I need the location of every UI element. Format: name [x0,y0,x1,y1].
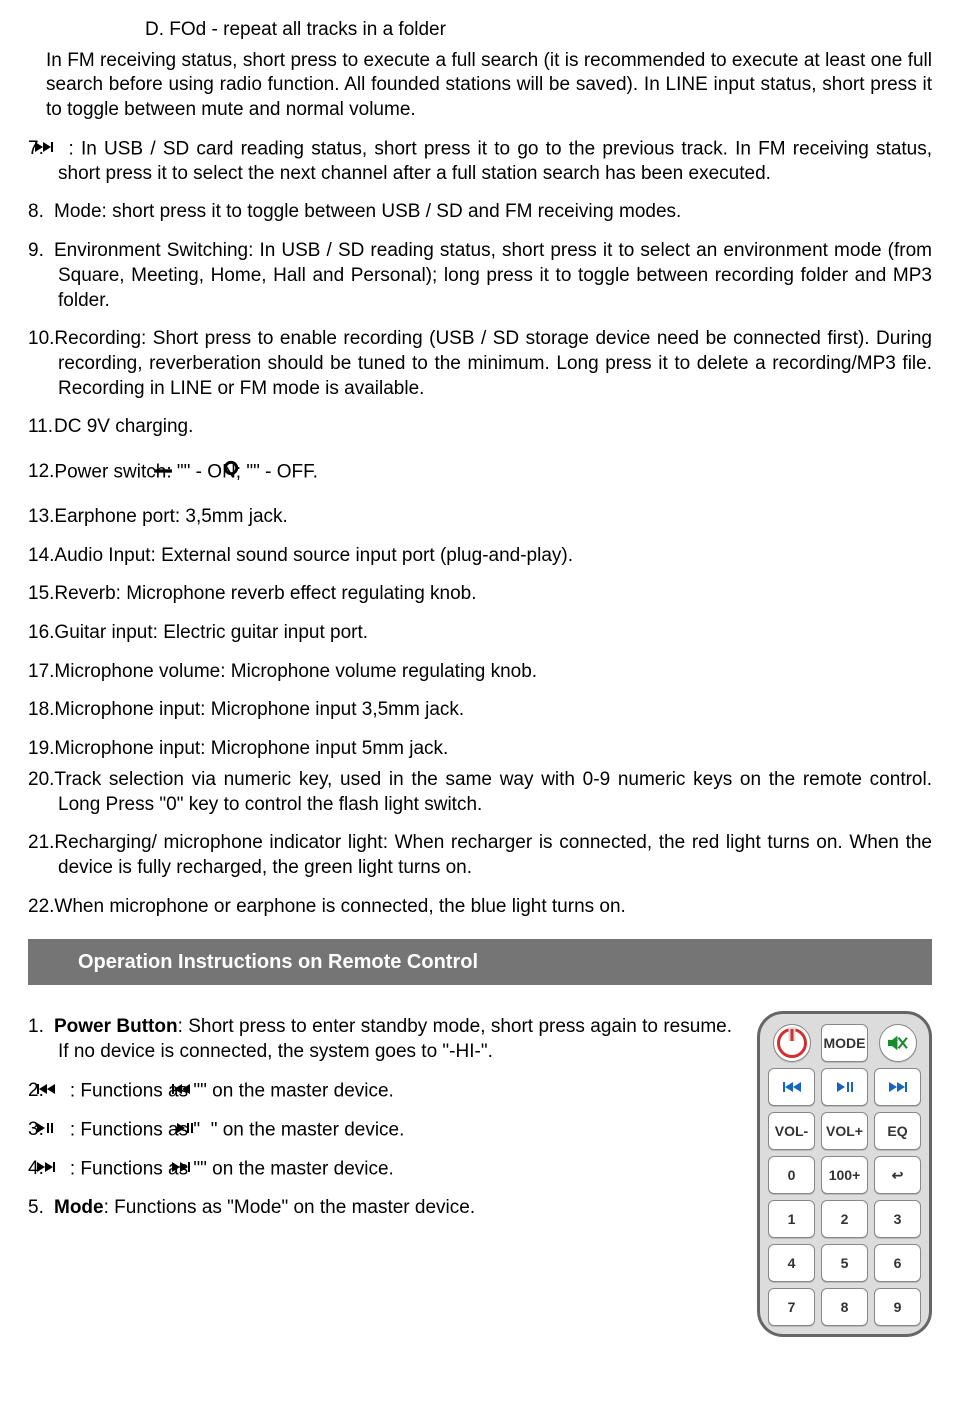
remote-item-2: 2. : Functions as "" on the master devic… [28,1079,732,1104]
num-16: 16. [28,621,54,646]
text-12b: " - ON; " [184,461,253,482]
remote-1-button: 1 [768,1200,815,1238]
rnum-5: 5. [28,1196,54,1221]
remote-9-button: 9 [874,1288,921,1326]
item-9: 9.Environment Switching: In USB / SD rea… [28,239,932,313]
section-header-remote: Operation Instructions on Remote Control [28,939,932,985]
text-10: Recording: Short press to enable recordi… [54,328,932,398]
item-8: 8.Mode: short press it to toggle between… [28,200,932,225]
text-11: DC 9V charging. [54,416,193,437]
text-22: When microphone or earphone is connected… [54,896,625,917]
num-22: 22. [28,895,54,920]
r5-text: : Functions as "Mode" on the master devi… [104,1197,476,1218]
remote-8-button: 8 [821,1288,868,1326]
item-22: 22.When microphone or earphone is connec… [28,895,932,920]
remote-control-image: MODE VOL- VOL+ EQ 0 100+ ↩ 1 2 3 4 5 6 7… [757,1011,932,1337]
text-16: Guitar input: Electric guitar input port… [54,622,368,643]
remote-mute-button [879,1024,917,1062]
num-21: 21. [28,831,54,856]
item-19: 19.Microphone input: Microphone input 5m… [28,737,932,762]
num-13: 13. [28,505,54,530]
num-17: 17. [28,660,54,685]
r5-bold: Mode [54,1197,104,1218]
item-7: 7. : In USB / SD card reading status, sh… [28,137,932,187]
num-12: 12. [28,460,54,485]
remote-volplus-button: VOL+ [821,1112,868,1150]
item-10: 10.Recording: Short press to enable reco… [28,327,932,401]
text-7: : In USB / SD card reading status, short… [58,138,932,184]
num-11: 11. [28,415,54,440]
remote-item-4: 4. : Functions as "" on the master devic… [28,1157,732,1182]
remote-3-button: 3 [874,1200,921,1238]
text-17: Microphone volume: Microphone volume reg… [54,661,537,682]
item-15: 15.Reverb: Microphone reverb effect regu… [28,582,932,607]
remote-100plus-button: 100+ [821,1156,868,1194]
r2-post: " on the master device. [200,1080,394,1101]
remote-next-button [874,1068,921,1106]
remote-5-button: 5 [821,1244,868,1282]
remote-item-3: 3. : Functions as " " on the master devi… [28,1118,732,1143]
item-21: 21.Recharging/ microphone indicator ligh… [28,831,932,880]
remote-volminus-button: VOL- [768,1112,815,1150]
num-19: 19. [28,737,54,762]
item-20: 20.Track selection via numeric key, used… [28,768,932,817]
remote-2-button: 2 [821,1200,868,1238]
num-9: 9. [28,239,54,264]
text-14: Audio Input: External sound source input… [54,545,573,566]
remote-eq-button: EQ [874,1112,921,1150]
item-12: 12.Power switch: "" - ON; "" - OFF. [28,460,932,485]
remote-item-5: 5.Mode: Functions as "Mode" on the maste… [28,1196,732,1221]
text-21: Recharging/ microphone indicator light: … [54,832,932,878]
text-13: Earphone port: 3,5mm jack. [54,506,287,527]
r3-post: " on the master device. [211,1119,405,1140]
num-18: 18. [28,698,54,723]
number-list-top: 7. : In USB / SD card reading status, sh… [28,137,932,920]
text-19: Microphone input: Microphone input 5mm j… [54,738,448,759]
sublist-text: FOd - repeat all tracks in a folder [169,19,446,40]
text-15: Reverb: Microphone reverb effect regulat… [54,583,476,604]
remote-body: MODE VOL- VOL+ EQ 0 100+ ↩ 1 2 3 4 5 6 7… [757,1011,932,1337]
remote-6-button: 6 [874,1244,921,1282]
num-14: 14. [28,544,54,569]
sublist-item-d: D. FOd - repeat all tracks in a folder [145,18,932,43]
remote-mode-button: MODE [821,1024,868,1062]
remote-return-button: ↩ [874,1156,921,1194]
remote-power-button [773,1024,811,1062]
num-15: 15. [28,582,54,607]
rnum-1: 1. [28,1015,54,1040]
remote-4-button: 4 [768,1244,815,1282]
text-20: Track selection via numeric key, used in… [54,769,932,815]
num-10: 10. [28,327,54,352]
item-14: 14.Audio Input: External sound source in… [28,544,932,569]
r4-post: " on the master device. [200,1158,394,1179]
item-16: 16.Guitar input: Electric guitar input p… [28,621,932,646]
text-9: Environment Switching: In USB / SD readi… [54,240,932,310]
item-11: 11.DC 9V charging. [28,415,932,440]
num-8: 8. [28,200,54,225]
item-13: 13.Earphone port: 3,5mm jack. [28,505,932,530]
item-17: 17.Microphone volume: Microphone volume … [28,660,932,685]
remote-7-button: 7 [768,1288,815,1326]
num-20: 20. [28,768,54,793]
text-18: Microphone input: Microphone input 3,5mm… [54,699,464,720]
r1-bold: Power Button [54,1016,178,1037]
remote-prev-button [768,1068,815,1106]
remote-item-1: 1.Power Button: Short press to enter sta… [28,1015,732,1064]
remote-0-button: 0 [768,1156,815,1194]
sublist-label: D. [145,19,164,40]
text-12c: " - OFF. [253,461,318,482]
remote-playpause-button [821,1068,868,1106]
number-list-remote: 1.Power Button: Short press to enter sta… [28,1015,732,1220]
fm-para: In FM receiving status, short press to e… [46,49,932,123]
item-18: 18.Microphone input: Microphone input 3,… [28,698,932,723]
text-8: Mode: short press it to toggle between U… [54,201,681,222]
